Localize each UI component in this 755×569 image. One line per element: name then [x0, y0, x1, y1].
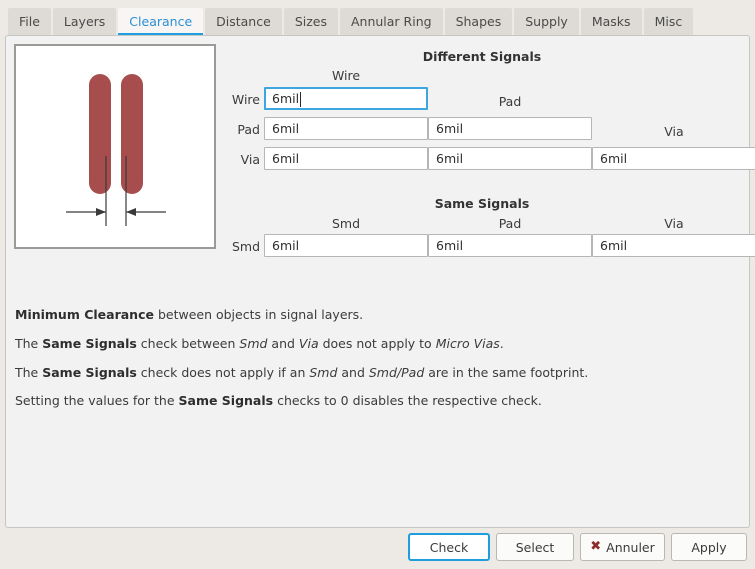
- same-col-header-smd: Smd: [331, 216, 361, 231]
- note-4-part-1: Setting the values for the: [15, 393, 179, 409]
- clearance-input-wire-wire-value: 6mil: [272, 91, 300, 106]
- clearance-input-via-via-value: 6mil: [600, 151, 628, 166]
- tab-annular-ring[interactable]: Annular Ring: [339, 8, 443, 36]
- note-line-1: Minimum Clearance between objects in sig…: [15, 308, 735, 322]
- note-3-part-5: and: [337, 364, 369, 380]
- cancel-x-icon: ✖: [590, 538, 602, 554]
- tab-label: Annular Ring: [350, 14, 432, 29]
- note-4-part-2: Same Signals: [178, 393, 274, 409]
- note-2-part-5: and: [267, 335, 299, 351]
- cancel-button[interactable]: ✖ Annuler: [580, 533, 665, 561]
- note-line-2: The Same Signals check between Smd and V…: [15, 335, 735, 351]
- tab-layers[interactable]: Layers: [52, 8, 117, 36]
- tab-label: File: [19, 14, 40, 29]
- tab-clearance[interactable]: Clearance: [118, 8, 204, 36]
- text-caret: [300, 92, 302, 107]
- different-col-header-pad: Pad: [498, 94, 522, 109]
- tab-misc[interactable]: Misc: [643, 8, 694, 36]
- clearance-input-via-via[interactable]: 6mil: [592, 147, 755, 170]
- tab-label: Masks: [591, 14, 631, 29]
- note-4-part-3: checks to 0 disables the respective chec…: [273, 393, 542, 409]
- tab-shapes[interactable]: Shapes: [444, 8, 513, 36]
- tab-label: Clearance: [129, 14, 193, 29]
- different-row-label-via: Via: [240, 152, 260, 167]
- clearance-input-smd-pad-value: 6mil: [436, 238, 464, 253]
- trace-left: [89, 74, 111, 194]
- note-3-part-2: Same Signals: [42, 364, 137, 380]
- clearance-input-pad-pad[interactable]: 6mil: [428, 117, 592, 140]
- clearance-input-wire-wire[interactable]: 6mil: [264, 87, 428, 110]
- different-row-label-wire: Wire: [231, 92, 260, 107]
- trace-right: [121, 74, 143, 194]
- note-3-part-6: Smd/Pad: [368, 364, 425, 380]
- different-row-label-pad: Pad: [237, 122, 260, 137]
- clearance-form: Different Signals Wire Pad Via Wire 6mil…: [218, 40, 755, 300]
- tab-distance[interactable]: Distance: [205, 8, 282, 36]
- clearance-input-via-pad-value: 6mil: [436, 151, 464, 166]
- tab-label: Sizes: [294, 14, 327, 29]
- clearance-input-smd-smd-value: 6mil: [272, 238, 300, 253]
- note-2-part-3: check between: [136, 335, 240, 351]
- clearance-panel: Different Signals Wire Pad Via Wire 6mil…: [5, 35, 755, 528]
- note-line-4: Setting the values for the Same Signals …: [15, 394, 735, 408]
- different-col-header-wire: Wire: [331, 68, 361, 83]
- clearance-input-pad-wire-value: 6mil: [272, 121, 300, 136]
- note-2-part-8: Micro Vias: [435, 335, 500, 351]
- check-button-label: Check: [429, 539, 469, 555]
- dialog-button-bar: Check Select ✖ Annuler Apply: [0, 533, 755, 569]
- tab-supply[interactable]: Supply: [514, 8, 579, 36]
- note-2-part-1: The: [15, 335, 43, 351]
- notes-section: Minimum Clearance between objects in sig…: [15, 308, 735, 423]
- tab-masks[interactable]: Masks: [580, 8, 642, 36]
- tab-label: Shapes: [455, 14, 502, 29]
- note-2-part-2: Same Signals: [42, 335, 137, 351]
- clearance-input-smd-pad[interactable]: 6mil: [428, 234, 592, 257]
- note-2-part-7: does not apply to: [318, 335, 436, 351]
- tab-label: Supply: [525, 14, 568, 29]
- same-col-header-pad: Pad: [498, 216, 522, 231]
- note-3-part-1: The: [15, 364, 43, 380]
- note-2-part-9: .: [499, 335, 504, 351]
- same-col-header-via: Via: [664, 216, 684, 231]
- note-1-part-1: Minimum Clearance: [15, 307, 154, 322]
- tab-sizes[interactable]: Sizes: [283, 8, 338, 36]
- note-2-part-4: Smd: [239, 335, 268, 351]
- note-2-part-6: Via: [298, 335, 319, 351]
- apply-button-label: Apply: [691, 539, 727, 555]
- clearance-input-via-wire[interactable]: 6mil: [264, 147, 428, 170]
- clearance-input-via-wire-value: 6mil: [272, 151, 300, 166]
- clearance-preview-image: [14, 44, 216, 249]
- select-button[interactable]: Select: [496, 533, 574, 561]
- clearance-input-via-pad[interactable]: 6mil: [428, 147, 592, 170]
- clearance-input-smd-smd[interactable]: 6mil: [264, 234, 428, 257]
- tab-bar: File Layers Clearance Distance Sizes Ann…: [0, 0, 755, 36]
- clearance-input-smd-via-value: 6mil: [600, 238, 628, 253]
- note-1-part-2: between objects in signal layers.: [153, 307, 364, 322]
- select-button-label: Select: [515, 539, 555, 555]
- note-line-3: The Same Signals check does not apply if…: [15, 364, 735, 380]
- tab-label: Misc: [654, 14, 683, 29]
- cancel-button-label: Annuler: [606, 539, 655, 555]
- different-signals-title: Different Signals: [422, 49, 542, 64]
- tab-label: Distance: [216, 14, 271, 29]
- same-signals-title: Same Signals: [434, 196, 530, 211]
- different-col-header-via: Via: [664, 124, 684, 139]
- clearance-input-smd-via[interactable]: 6mil: [592, 234, 755, 257]
- same-row-label-smd: Smd: [231, 239, 260, 254]
- clearance-input-pad-wire[interactable]: 6mil: [264, 117, 428, 140]
- apply-button[interactable]: Apply: [671, 533, 747, 561]
- tab-label: Layers: [63, 14, 106, 29]
- note-3-part-3: check does not apply if an: [136, 364, 310, 380]
- tab-file[interactable]: File: [8, 8, 51, 36]
- note-3-part-7: are in the same footprint.: [424, 364, 589, 380]
- clearance-diagram: [16, 46, 214, 247]
- clearance-input-pad-pad-value: 6mil: [436, 121, 464, 136]
- note-3-part-4: Smd: [309, 364, 338, 380]
- check-button[interactable]: Check: [408, 533, 490, 561]
